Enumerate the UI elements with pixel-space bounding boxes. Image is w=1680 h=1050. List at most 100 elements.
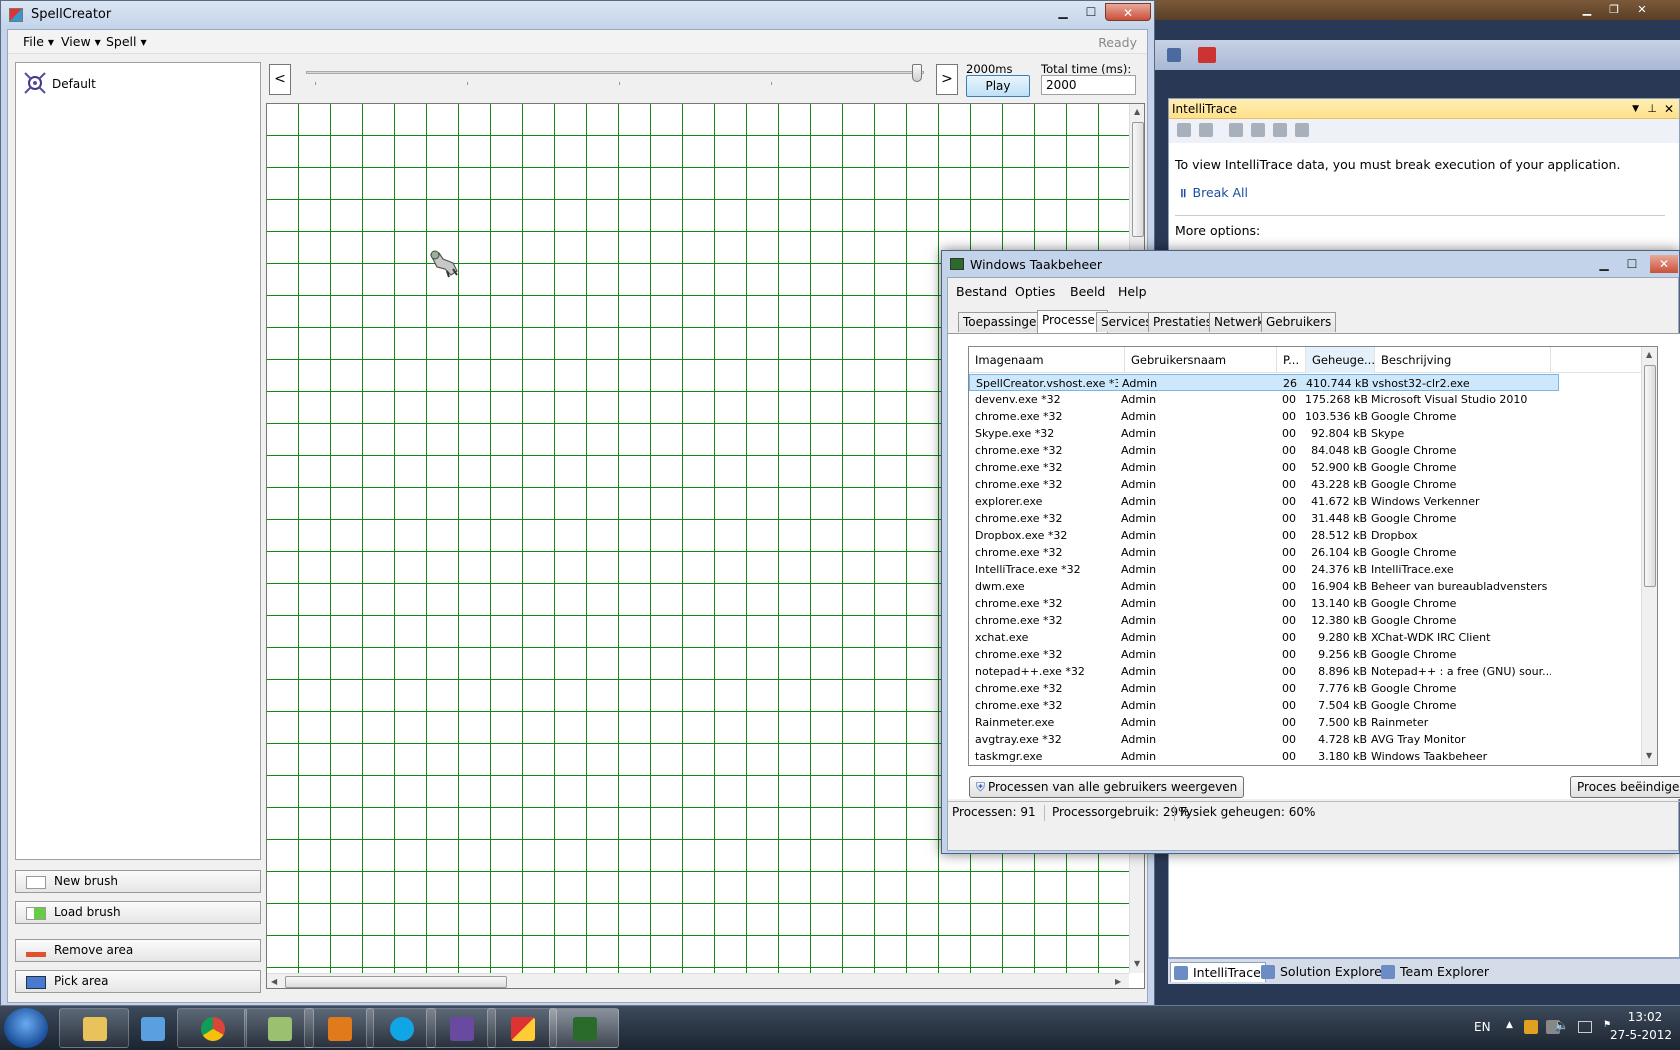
tree-item-default[interactable]: Default [52, 77, 96, 91]
start-button[interactable] [4, 1008, 48, 1048]
sprite-figure[interactable] [427, 249, 459, 279]
column-gebruikersnaam[interactable]: Gebruikersnaam [1125, 347, 1277, 373]
process-row[interactable]: explorer.exe Admin 00 41.672 kB Windows Verk… [969, 493, 1559, 510]
process-row[interactable]: chrome.exe *32 Admin 00 31.448 kB Google Chr… [969, 510, 1559, 527]
pin-icon[interactable]: ⊥ [1647, 99, 1657, 119]
process-row[interactable]: chrome.exe *32 Admin 00 52.900 kB Google Chr… [969, 459, 1559, 476]
vs-close-button[interactable]: ✕ [1630, 2, 1654, 18]
clock-date[interactable]: 27-5-2012 [1604, 1028, 1678, 1042]
menu-spell[interactable]: Spell ▼ [106, 34, 147, 49]
tm-maximize-button[interactable]: ☐ [1618, 255, 1646, 273]
process-row[interactable]: dwm.exe Admin 00 16.904 kB Beheer van bureau… [969, 578, 1559, 595]
play-button[interactable]: Play [966, 75, 1030, 97]
tm-menu-opties[interactable]: Opties [1015, 284, 1055, 299]
process-row[interactable]: chrome.exe *32 Admin 00 43.228 kB Google Chr… [969, 476, 1559, 493]
break-all-link[interactable]: ॥ Break All [1179, 184, 1248, 201]
scroll-left-icon[interactable]: ◀ [271, 977, 277, 986]
clock-time[interactable]: 13:02 [1616, 1010, 1674, 1024]
process-row[interactable]: Skype.exe *32 Admin 00 92.804 kB Skype [969, 425, 1559, 442]
timeline-slider-thumb[interactable] [912, 64, 922, 82]
process-row[interactable]: chrome.exe *32 Admin 00 7.504 kB Google Chro… [969, 697, 1559, 714]
toolbar-icon[interactable] [1167, 48, 1181, 62]
column-beschrijving[interactable]: Beschrijving [1375, 347, 1551, 373]
process-row[interactable]: chrome.exe *32 Admin 00 84.048 kB Google Chr… [969, 442, 1559, 459]
tab-toepassingen[interactable]: Toepassingen [958, 312, 1050, 332]
scroll-up-icon[interactable]: ▲ [1134, 107, 1140, 116]
show-all-users-button[interactable]: ⛨ Processen van alle gebruikers weergeven [969, 776, 1245, 798]
tm-minimize-button[interactable]: ▁ [1590, 255, 1618, 273]
language-indicator[interactable]: EN [1474, 1020, 1491, 1034]
process-row[interactable]: Rainmeter.exe Admin 00 7.500 kB Rainmeter [969, 714, 1559, 731]
new-brush-button[interactable]: New brush [15, 870, 261, 893]
tab-gebruikers[interactable]: Gebruikers [1261, 312, 1337, 332]
end-process-button[interactable]: Proces beëindigen [1570, 776, 1680, 798]
tab-prestaties[interactable]: Prestaties [1148, 312, 1218, 332]
taskbar-chrome[interactable] [177, 1008, 247, 1048]
scrollbar-thumb[interactable] [1132, 122, 1144, 237]
scroll-down-icon[interactable]: ▼ [1134, 959, 1140, 968]
debug-icon[interactable] [1198, 47, 1216, 63]
process-row[interactable]: xchat.exe Admin 00 9.280 kB XChat-WDK IRC Cl… [969, 629, 1559, 646]
scroll-right-icon[interactable]: ▶ [1115, 977, 1121, 986]
column-cpu[interactable]: P... [1277, 347, 1306, 373]
timeline-slider-track[interactable] [306, 71, 924, 74]
tray-icon[interactable] [1524, 1020, 1538, 1034]
scroll-down-icon[interactable]: ▼ [1646, 751, 1652, 760]
save-icon[interactable] [1295, 123, 1309, 137]
process-row[interactable]: SpellCreator.vshost.exe *32 Admin 26 410.74… [969, 374, 1559, 391]
minimize-button[interactable]: ▁ [1049, 3, 1077, 21]
menu-view[interactable]: View ▼ [61, 34, 101, 49]
process-row[interactable]: avgtray.exe *32 Admin 00 4.728 kB AVG Tray M… [969, 731, 1559, 748]
remove-area-button[interactable]: Remove area [15, 939, 261, 962]
process-row[interactable]: chrome.exe *32 Admin 00 7.776 kB Google Chro… [969, 680, 1559, 697]
scroll-up-icon[interactable]: ▲ [1646, 350, 1652, 359]
tab-team-explorer[interactable]: Team Explorer [1378, 962, 1493, 982]
taskbar-spellcreator[interactable] [487, 1008, 557, 1048]
tm-menu-help[interactable]: Help [1118, 284, 1147, 299]
process-row[interactable]: chrome.exe *32 Admin 00 26.104 kB Google Chr… [969, 544, 1559, 561]
column-geheugen[interactable]: Geheuge... [1306, 347, 1375, 373]
maximize-button[interactable]: ☐ [1077, 3, 1105, 21]
menu-file[interactable]: File ▼ [23, 34, 54, 49]
process-row[interactable]: chrome.exe *32 Admin 00 9.256 kB Google Chro… [969, 646, 1559, 663]
taskbar-visual-studio[interactable] [426, 1008, 496, 1048]
process-row[interactable]: notepad++.exe *32 Admin 00 8.896 kB Notepad+… [969, 663, 1559, 680]
tab-solution-explorer[interactable]: Solution Explorer [1258, 962, 1391, 982]
tm-close-button[interactable]: ✕ [1650, 255, 1678, 273]
tm-menu-bestand[interactable]: Bestand [956, 284, 1007, 299]
taskbar-task-manager[interactable] [549, 1008, 619, 1048]
tab-intellitrace[interactable]: IntelliTrace [1170, 962, 1266, 982]
volume-icon[interactable]: 🔈 [1554, 1018, 1569, 1032]
process-row[interactable]: chrome.exe *32 Admin 00 103.536 kB Google Ch… [969, 408, 1559, 425]
list-icon[interactable] [1177, 123, 1191, 137]
canvas-horizontal-scrollbar[interactable]: ◀ ▶ [267, 973, 1129, 988]
network-icon[interactable] [1578, 1021, 1592, 1033]
close-icon[interactable]: ✕ [1664, 99, 1674, 119]
load-brush-button[interactable]: Load brush [15, 901, 261, 924]
next-frame-button[interactable]: > [936, 64, 958, 95]
prev-frame-button[interactable]: < [269, 64, 291, 95]
dropdown-icon[interactable]: ▼ [1632, 99, 1639, 119]
taskbar-xchat[interactable] [304, 1008, 374, 1048]
close-button[interactable]: ✕ [1105, 3, 1151, 21]
show-hidden-icons[interactable]: ▲ [1506, 1020, 1513, 1030]
vs-maximize-button[interactable]: ❐ [1602, 2, 1626, 18]
total-time-input[interactable]: 2000 [1041, 75, 1136, 95]
process-row[interactable]: Dropbox.exe *32 Admin 00 28.512 kB Dropbox [969, 527, 1559, 544]
process-row[interactable]: IntelliTrace.exe *32 Admin 00 24.376 kB Inte… [969, 561, 1559, 578]
filter-icon[interactable] [1199, 123, 1213, 137]
step-back-icon[interactable] [1251, 123, 1265, 137]
scrollbar-thumb[interactable] [1644, 365, 1656, 587]
process-row[interactable]: devenv.exe *32 Admin 00 175.268 kB Microsoft… [969, 391, 1559, 408]
process-row[interactable]: ipoint.exe Admin 00 2.928 kB IPoint.exe [969, 765, 1559, 766]
process-row[interactable]: chrome.exe *32 Admin 00 13.140 kB Google Chr… [969, 595, 1559, 612]
scrollbar-thumb[interactable] [285, 976, 507, 988]
process-row[interactable]: taskmgr.exe Admin 00 3.180 kB Windows Taakbe… [969, 748, 1559, 765]
step-forward-icon[interactable] [1273, 123, 1287, 137]
process-row[interactable]: chrome.exe *32 Admin 00 12.380 kB Google Chr… [969, 612, 1559, 629]
pick-area-button[interactable]: Pick area [15, 970, 261, 993]
process-list-scrollbar[interactable]: ▲ ▼ [1641, 347, 1657, 765]
column-imagenaam[interactable]: Imagenaam [969, 347, 1125, 373]
tm-menu-beeld[interactable]: Beeld [1070, 284, 1105, 299]
calls-icon[interactable] [1229, 123, 1243, 137]
